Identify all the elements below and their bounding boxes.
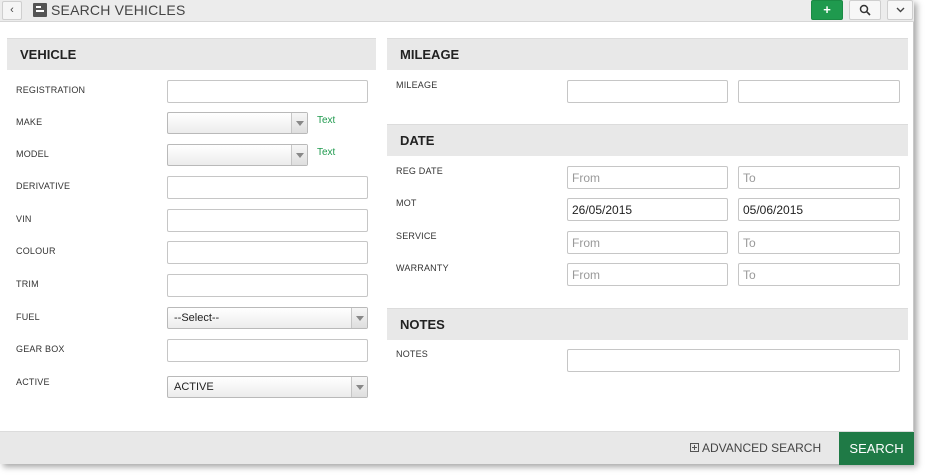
- service-label: SERVICE: [396, 231, 437, 241]
- service-to-input[interactable]: [738, 231, 900, 254]
- mileage-header: MILEAGE: [387, 38, 908, 70]
- chevron-down-icon: [896, 7, 904, 13]
- model-label: MODEL: [16, 149, 50, 159]
- footer-bar: ADVANCED SEARCH SEARCH: [0, 431, 914, 465]
- active-label: ACTIVE: [16, 377, 50, 387]
- search-toolbar-button[interactable]: [849, 0, 881, 20]
- vin-input[interactable]: [167, 209, 368, 232]
- mot-label: MOT: [396, 198, 417, 208]
- warranty-to-input[interactable]: [738, 263, 900, 286]
- make-row: MAKE Text: [7, 112, 376, 136]
- mileage-to-input[interactable]: [738, 80, 900, 103]
- derivative-label: DERIVATIVE: [16, 181, 71, 191]
- registration-input[interactable]: [167, 80, 368, 103]
- fuel-select[interactable]: --Select--: [167, 307, 368, 329]
- plus-icon: +: [823, 2, 831, 17]
- page-title: SEARCH VEHICLES: [51, 2, 186, 18]
- dropdown-menu-button[interactable]: [887, 0, 913, 20]
- date-panel: DATE REG DATE MOT SERVICE WARRANTY: [387, 124, 908, 286]
- make-label: MAKE: [16, 117, 43, 127]
- notes-header: NOTES: [387, 308, 908, 340]
- mot-to-input[interactable]: [738, 198, 900, 221]
- model-text-link[interactable]: Text: [317, 147, 335, 158]
- chevron-down-icon: [351, 377, 367, 397]
- notes-label: NOTES: [396, 349, 429, 359]
- search-button[interactable]: SEARCH: [839, 432, 914, 465]
- colour-label: COLOUR: [16, 246, 56, 256]
- fuel-row: FUEL --Select--: [7, 307, 376, 331]
- fuel-label: FUEL: [16, 312, 40, 322]
- vehicle-search-app-icon: [33, 3, 47, 17]
- colour-input[interactable]: [167, 241, 368, 264]
- trim-row: TRIM: [7, 274, 376, 298]
- advanced-search-link[interactable]: ADVANCED SEARCH: [690, 441, 821, 455]
- make-text-link[interactable]: Text: [317, 115, 335, 126]
- chevron-down-icon: [291, 145, 307, 165]
- derivative-row: DERIVATIVE: [7, 176, 376, 200]
- trim-input[interactable]: [167, 274, 368, 297]
- title-bar: ‹ SEARCH VEHICLES +: [0, 0, 914, 22]
- active-row: ACTIVE ACTIVE: [7, 376, 376, 400]
- vin-label: VIN: [16, 214, 32, 224]
- mileage-row: MILEAGE: [387, 80, 908, 104]
- vehicle-panel: VEHICLE REGISTRATION MAKE Text MODEL Tex…: [7, 38, 376, 398]
- registration-row: REGISTRATION: [7, 80, 376, 104]
- service-row: SERVICE: [387, 231, 908, 255]
- vin-row: VIN: [7, 209, 376, 233]
- notes-input[interactable]: [567, 349, 900, 372]
- warranty-row: WARRANTY: [387, 263, 908, 287]
- registration-label: REGISTRATION: [16, 85, 86, 95]
- vehicle-header: VEHICLE: [7, 38, 376, 70]
- active-select-value: ACTIVE: [174, 381, 214, 393]
- reg-date-to-input[interactable]: [738, 166, 900, 189]
- reg-date-row: REG DATE: [387, 166, 908, 190]
- model-select[interactable]: [167, 144, 308, 166]
- chevron-down-icon: [291, 113, 307, 133]
- add-button[interactable]: +: [811, 0, 843, 20]
- mot-from-input[interactable]: [567, 198, 728, 221]
- advanced-search-label: ADVANCED SEARCH: [702, 441, 822, 455]
- date-header: DATE: [387, 124, 908, 156]
- mileage-label: MILEAGE: [396, 80, 438, 90]
- reg-date-label: REG DATE: [396, 166, 443, 176]
- chevron-down-icon: [351, 308, 367, 328]
- reg-date-from-input[interactable]: [567, 166, 728, 189]
- back-button[interactable]: ‹: [2, 1, 22, 20]
- expand-plus-icon: [690, 443, 699, 452]
- gearbox-row: GEAR BOX: [7, 339, 376, 363]
- colour-row: COLOUR: [7, 241, 376, 265]
- chevron-left-icon: ‹: [10, 4, 14, 16]
- mileage-panel: MILEAGE MILEAGE: [387, 38, 908, 103]
- gearbox-label: GEAR BOX: [16, 344, 65, 354]
- search-vehicles-window: ‹ SEARCH VEHICLES + VEHICLE REGISTRATION…: [0, 0, 914, 465]
- fuel-select-value: --Select--: [174, 312, 220, 324]
- trim-label: TRIM: [16, 279, 39, 289]
- warranty-from-input[interactable]: [567, 263, 728, 286]
- notes-panel: NOTES NOTES: [387, 308, 908, 372]
- mot-row: MOT: [387, 198, 908, 222]
- warranty-label: WARRANTY: [396, 263, 449, 273]
- search-icon: [859, 4, 871, 16]
- service-from-input[interactable]: [567, 231, 728, 254]
- make-select[interactable]: [167, 112, 308, 134]
- model-row: MODEL Text: [7, 144, 376, 168]
- derivative-input[interactable]: [167, 176, 368, 199]
- active-select[interactable]: ACTIVE: [167, 376, 368, 398]
- notes-row: NOTES: [387, 349, 908, 373]
- gearbox-input[interactable]: [167, 339, 368, 362]
- mileage-from-input[interactable]: [567, 80, 728, 103]
